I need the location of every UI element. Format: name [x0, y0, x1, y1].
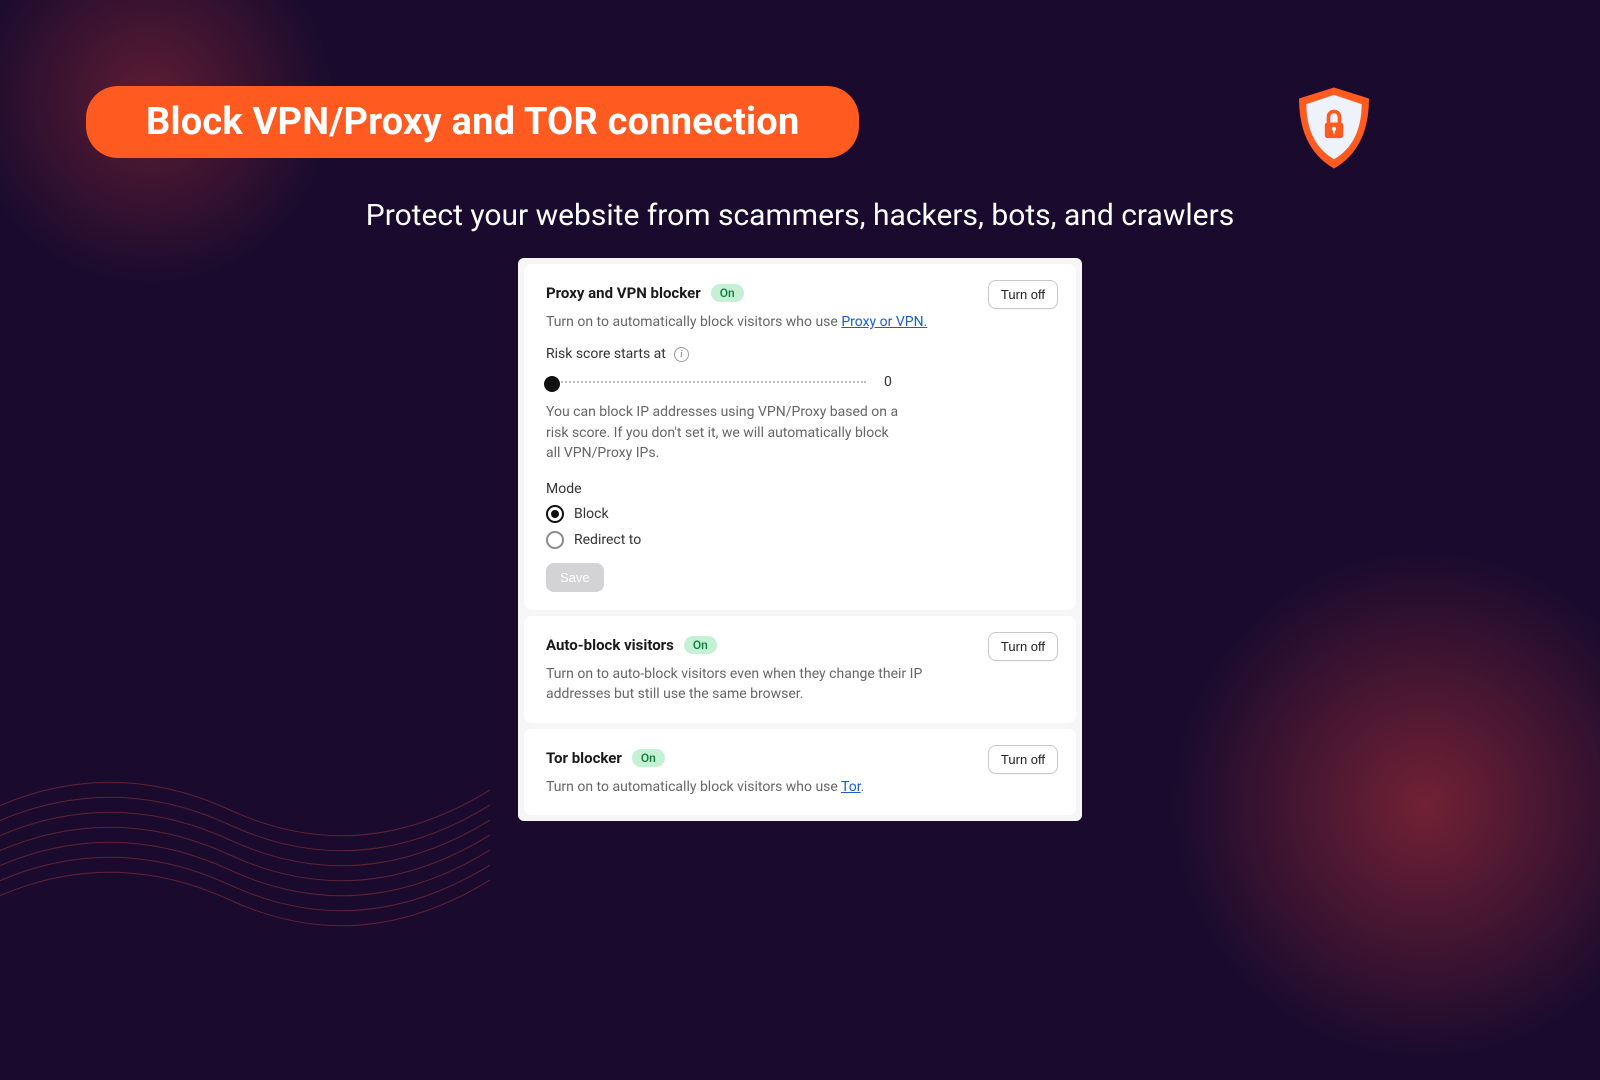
- card-proxy-vpn-blocker: Turn off Proxy and VPN blocker On Turn o…: [524, 264, 1076, 610]
- slider-thumb[interactable]: [544, 376, 560, 392]
- risk-score-helper: You can block IP addresses using VPN/Pro…: [546, 402, 906, 463]
- status-badge-proxy: On: [711, 284, 744, 302]
- mode-label: Mode: [546, 481, 1054, 497]
- shield-lock-icon: [1288, 82, 1380, 174]
- card-tor-blocker: Turn off Tor blocker On Turn on to autom…: [524, 729, 1076, 815]
- card-title-proxy: Proxy and VPN blocker: [546, 284, 701, 302]
- info-icon[interactable]: i: [674, 347, 689, 362]
- radio-icon: [546, 531, 564, 549]
- bg-glow-bottom-right: [1150, 530, 1600, 1080]
- card-auto-block-visitors: Turn off Auto-block visitors On Turn on …: [524, 616, 1076, 723]
- card-desc-proxy: Turn on to automatically block visitors …: [546, 312, 946, 332]
- page-subtitle: Protect your website from scammers, hack…: [0, 198, 1600, 233]
- card-desc-autoblock: Turn on to auto-block visitors even when…: [546, 664, 946, 705]
- mode-radio-group: Block Redirect to: [546, 505, 1054, 549]
- risk-score-value: 0: [884, 374, 892, 390]
- risk-score-label: Risk score starts at: [546, 346, 666, 362]
- desc-prefix: Turn on to automatically block visitors …: [546, 314, 841, 330]
- card-title-autoblock: Auto-block visitors: [546, 636, 674, 654]
- card-title-tor: Tor blocker: [546, 749, 622, 767]
- radio-block[interactable]: Block: [546, 505, 1054, 523]
- decorative-waves: [0, 690, 490, 950]
- save-button[interactable]: Save: [546, 563, 604, 592]
- turn-off-autoblock-button[interactable]: Turn off: [988, 632, 1058, 661]
- page-title-pill: Block VPN/Proxy and TOR connection: [86, 86, 859, 158]
- desc-prefix: Turn on to automatically block visitors …: [546, 779, 841, 795]
- radio-icon: [546, 505, 564, 523]
- proxy-or-vpn-link[interactable]: Proxy or VPN.: [841, 314, 927, 330]
- status-badge-tor: On: [632, 749, 665, 767]
- turn-off-proxy-button[interactable]: Turn off: [988, 280, 1058, 309]
- settings-panel: Turn off Proxy and VPN blocker On Turn o…: [518, 258, 1082, 821]
- risk-score-slider[interactable]: [546, 381, 866, 383]
- card-desc-tor: Turn on to automatically block visitors …: [546, 777, 946, 797]
- radio-label-block: Block: [574, 506, 609, 522]
- radio-redirect[interactable]: Redirect to: [546, 531, 1054, 549]
- page-title: Block VPN/Proxy and TOR connection: [146, 100, 799, 144]
- desc-suffix: .: [861, 779, 865, 795]
- tor-link[interactable]: Tor: [841, 779, 861, 795]
- radio-label-redirect: Redirect to: [574, 532, 641, 548]
- turn-off-tor-button[interactable]: Turn off: [988, 745, 1058, 774]
- status-badge-autoblock: On: [684, 636, 717, 654]
